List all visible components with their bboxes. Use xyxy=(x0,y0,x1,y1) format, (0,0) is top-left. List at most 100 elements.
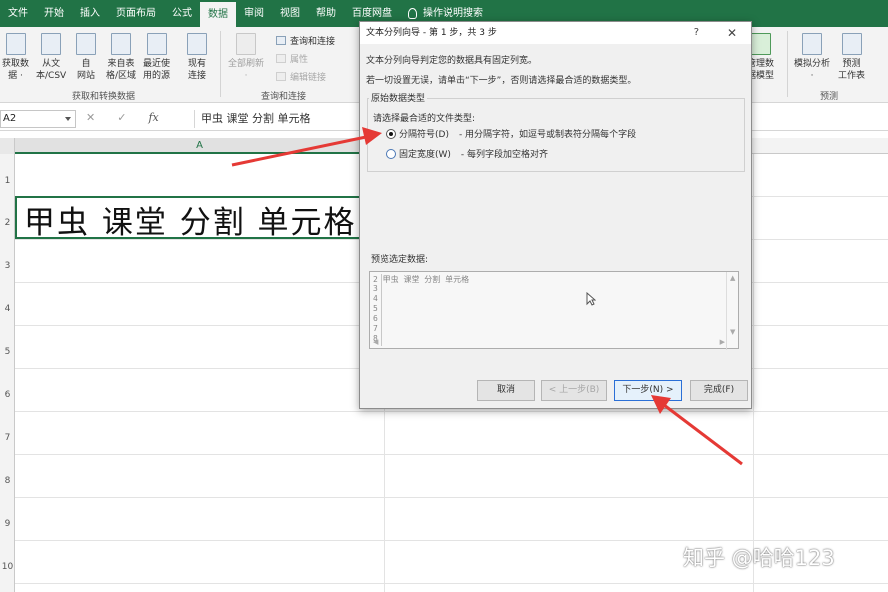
refresh-all-button[interactable]: 全部刷新 · xyxy=(228,33,264,82)
data-type-group-label: 原始数据类型 xyxy=(369,91,428,104)
file-type-prompt: 请选择最合适的文件类型: xyxy=(373,114,476,124)
row-header[interactable]: 7 xyxy=(0,433,15,443)
zhihu-watermark: 知乎 @哈哈123 xyxy=(683,546,835,570)
what-if-icon xyxy=(802,33,822,55)
data-preview-box[interactable]: 2 甲虫 课堂 分割 单元格 3 4 5 6 7 8 ▲ ▼ ◀ ▶ xyxy=(369,271,739,350)
excel-window: 文件 开始 插入 页面布局 公式 数据 审阅 视图 帮助 百度网盘 操作说明搜索… xyxy=(0,0,888,592)
row-header[interactable]: 4 xyxy=(0,304,15,314)
formula-bar-buttons: ✕ ✓ fx xyxy=(86,111,159,124)
from-text-csv-button[interactable]: 从文 本/CSV xyxy=(36,33,66,82)
column-header-a[interactable]: A xyxy=(15,138,384,154)
scroll-right-icon[interactable]: ▶ xyxy=(720,338,725,346)
next-button[interactable]: 下一步(N) > xyxy=(614,380,682,401)
properties-label: 属性 xyxy=(290,55,309,65)
from-web-button[interactable]: 自 网站 xyxy=(76,33,96,82)
edit-links-button[interactable]: 编辑链接 xyxy=(276,70,326,83)
recent-sources-line2: 用的源 xyxy=(143,71,171,81)
recent-sources-line1: 最近使 xyxy=(143,59,171,69)
preview-row-number: 5 xyxy=(373,304,378,313)
scroll-down-icon[interactable]: ▼ xyxy=(730,328,735,336)
lightbulb-icon xyxy=(408,8,417,19)
scroll-up-icon[interactable]: ▲ xyxy=(730,274,735,282)
scroll-left-icon[interactable]: ◀ xyxy=(373,338,378,346)
mouse-cursor-icon xyxy=(586,292,596,306)
get-data-button[interactable]: 获取数 据 · xyxy=(2,33,29,82)
tab-review[interactable]: 审阅 xyxy=(236,0,272,27)
preview-row-text: 甲虫 课堂 分割 单元格 xyxy=(382,275,470,284)
ribbon-separator xyxy=(787,31,788,97)
from-table-range-button[interactable]: 来自表 格/区域 xyxy=(106,33,136,82)
text-to-columns-wizard-dialog: 文本分列向导 - 第 1 步，共 3 步 ? ✕ 文本分列向导判定您的数据具有固… xyxy=(359,21,752,409)
recent-sources-icon xyxy=(146,33,167,55)
tab-insert[interactable]: 插入 xyxy=(72,0,108,27)
tab-page-layout[interactable]: 页面布局 xyxy=(108,0,164,27)
refresh-icon xyxy=(236,33,256,55)
queries-connections-button[interactable]: 查询和连接 xyxy=(276,34,335,47)
row-header[interactable]: 1 xyxy=(0,176,15,186)
refresh-all-line2: · xyxy=(244,71,248,81)
fixed-width-label: 固定宽度(W) xyxy=(399,150,451,160)
confirm-entry-icon[interactable]: ✓ xyxy=(117,111,126,124)
back-button[interactable]: < 上一步(B) xyxy=(541,380,607,401)
get-data-line1: 获取数 xyxy=(2,59,30,69)
name-box-value: A2 xyxy=(3,113,17,124)
from-csv-line1: 从文 xyxy=(42,59,61,69)
radio-selected-icon[interactable] xyxy=(386,128,396,139)
from-table-line2: 格/区域 xyxy=(106,71,137,81)
database-icon xyxy=(5,33,26,55)
row-header[interactable]: 6 xyxy=(0,390,15,400)
help-icon[interactable]: ? xyxy=(694,22,699,44)
row-header[interactable]: 3 xyxy=(0,261,15,271)
row-header[interactable]: 8 xyxy=(0,476,15,486)
radio-fixed-width[interactable]: 固定宽度(W) - 每列字段加空格对齐 xyxy=(386,147,548,160)
tab-file[interactable]: 文件 xyxy=(0,0,36,27)
group-forecast-label: 预测 xyxy=(820,92,839,102)
tab-formulas[interactable]: 公式 xyxy=(164,0,200,27)
properties-button[interactable]: 属性 xyxy=(276,52,308,65)
select-all-corner[interactable] xyxy=(0,138,15,154)
tab-view[interactable]: 视图 xyxy=(272,0,308,27)
forecast-sheet-button[interactable]: 预测 工作表 xyxy=(838,33,865,82)
name-box[interactable]: A2 xyxy=(0,110,76,128)
existing-connections-button[interactable]: 现有 连接 xyxy=(187,33,207,82)
queries-connections-label: 查询和连接 xyxy=(290,37,336,47)
row-headers: 1 2 3 4 5 6 7 8 9 10 xyxy=(0,154,15,592)
properties-icon xyxy=(276,54,286,63)
tab-home[interactable]: 开始 xyxy=(36,0,72,27)
forecast-line2: 工作表 xyxy=(838,71,866,81)
finish-button[interactable]: 完成(F) xyxy=(690,380,748,401)
recent-sources-button[interactable]: 最近使 用的源 xyxy=(143,33,170,82)
row-header[interactable]: 2 xyxy=(0,218,15,228)
dialog-intro-1: 文本分列向导判定您的数据具有固定列宽。 xyxy=(366,56,538,66)
what-if-analysis-button[interactable]: 模拟分析 · xyxy=(794,33,830,82)
get-data-line2: 据 · xyxy=(8,71,23,81)
radio-delimited[interactable]: 分隔符号(D) - 用分隔字符，如逗号或制表符分隔每个字段 xyxy=(386,127,636,140)
data-model-icon xyxy=(750,33,771,55)
preview-row-number: 6 xyxy=(373,314,378,323)
cell-a2-text: 甲虫 课堂 分割 单元格 xyxy=(24,205,357,241)
close-icon[interactable]: ✕ xyxy=(727,22,737,44)
tab-help[interactable]: 帮助 xyxy=(308,0,344,27)
connections-icon xyxy=(187,33,207,55)
dialog-intro-2: 若一切设置无误，请单击“下一步”，否则请选择最合适的数据类型。 xyxy=(366,76,637,86)
cancel-entry-icon[interactable]: ✕ xyxy=(86,111,95,124)
preview-row: 2 甲虫 课堂 分割 单元格 xyxy=(373,274,469,285)
insert-function-icon[interactable]: fx xyxy=(148,111,158,124)
edit-links-label: 编辑链接 xyxy=(290,73,327,83)
chevron-down-icon[interactable] xyxy=(65,117,71,121)
row-header[interactable]: 5 xyxy=(0,347,15,357)
row-header[interactable]: 9 xyxy=(0,519,15,529)
tab-data[interactable]: 数据 xyxy=(200,2,236,27)
text-file-icon xyxy=(41,33,62,55)
preview-horizontal-scrollbar[interactable]: ◀ ▶ xyxy=(370,336,728,348)
radio-unselected-icon[interactable] xyxy=(386,148,396,159)
from-csv-line2: 本/CSV xyxy=(36,71,67,81)
cancel-button[interactable]: 取消 xyxy=(477,380,535,401)
preview-row: 5 xyxy=(373,304,378,313)
preview-row-number: 2 xyxy=(373,275,378,284)
preview-label: 预览选定数据: xyxy=(371,255,429,265)
row-header[interactable]: 10 xyxy=(0,562,15,572)
what-if-line1: 模拟分析 xyxy=(794,59,831,69)
preview-row: 3 xyxy=(373,284,378,293)
preview-row-number: 3 xyxy=(373,284,378,293)
